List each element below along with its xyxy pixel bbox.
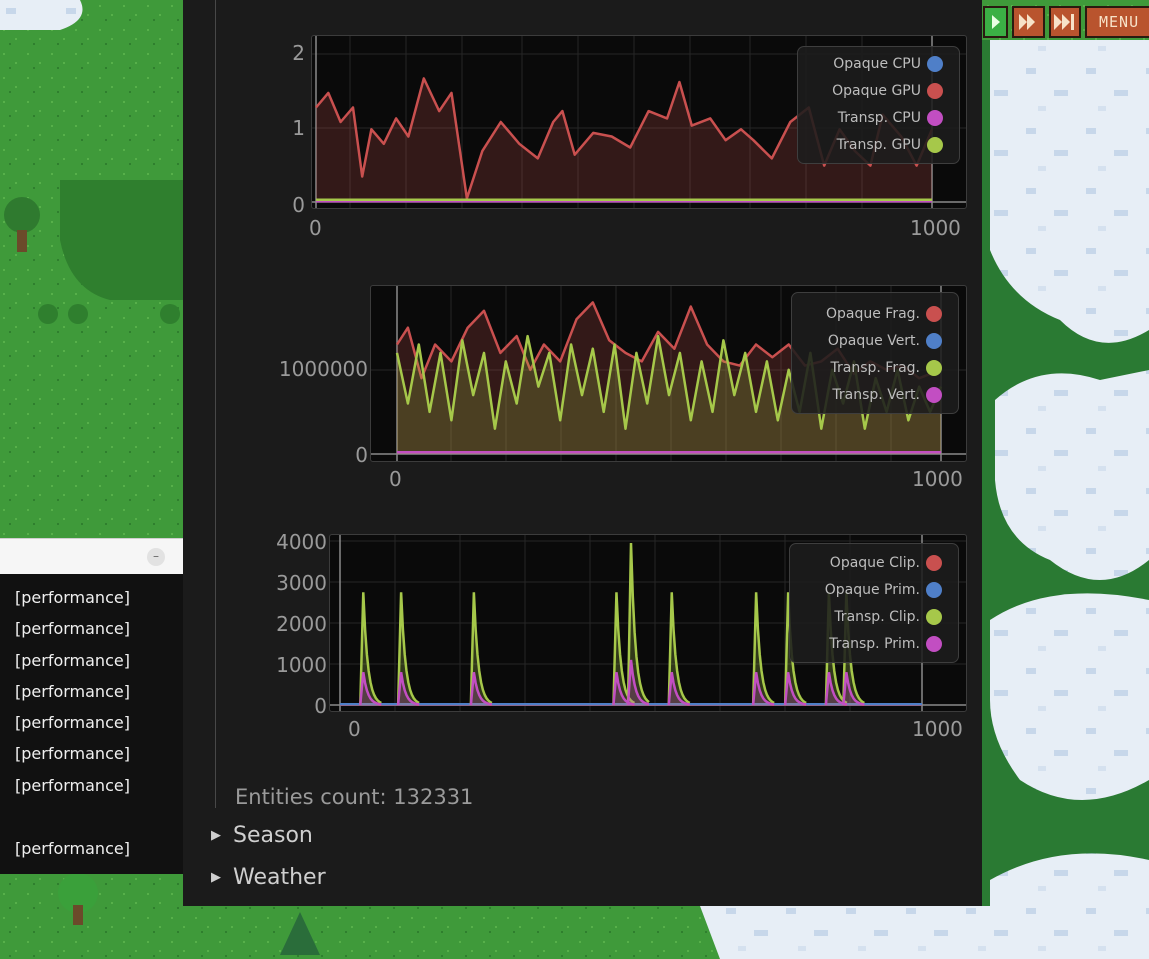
fast-forward-fast-icon bbox=[1054, 14, 1074, 30]
log-line: [performance] bbox=[15, 651, 130, 670]
legend-dot bbox=[926, 332, 942, 349]
y-tick: 1000000 bbox=[278, 357, 368, 381]
legend-dot bbox=[926, 359, 942, 376]
minimize-button[interactable]: – bbox=[147, 548, 165, 566]
log-line: [performance] bbox=[15, 588, 130, 607]
log-line: [performance] bbox=[15, 713, 130, 732]
play-button[interactable] bbox=[983, 6, 1008, 38]
x-tick: 0 bbox=[348, 717, 361, 741]
section-season[interactable]: ▶ Season bbox=[211, 823, 313, 848]
log-line: [performance] bbox=[15, 682, 130, 701]
legend-item-transp-gpu[interactable]: Transp. GPU bbox=[837, 131, 943, 158]
y-tick: 0 bbox=[314, 694, 327, 718]
y-tick: 2000 bbox=[276, 612, 327, 636]
plot-legend[interactable]: Opaque CPU Opaque GPU Transp. CPU Transp… bbox=[797, 46, 960, 164]
legend-label: Transp. Vert. bbox=[832, 386, 920, 403]
y-tick: 1 bbox=[292, 116, 305, 140]
legend-dot bbox=[926, 608, 942, 625]
x-tick: 0 bbox=[389, 467, 402, 491]
legend-dot bbox=[926, 635, 942, 652]
play-icon bbox=[992, 15, 1000, 29]
legend-item-opaque-frag[interactable]: Opaque Frag. bbox=[826, 300, 942, 327]
legend-label: Opaque Vert. bbox=[827, 332, 920, 349]
legend-item-transp-prim[interactable]: Transp. Prim. bbox=[829, 630, 942, 657]
y-tick: 4000 bbox=[276, 530, 327, 554]
legend-dot bbox=[926, 554, 942, 571]
section-weather[interactable]: ▶ Weather bbox=[211, 865, 326, 890]
x-tick: 1000 bbox=[912, 717, 963, 741]
legend-label: Transp. GPU bbox=[836, 136, 921, 153]
legend-item-opaque-vert[interactable]: Opaque Vert. bbox=[828, 327, 942, 354]
y-tick: 0 bbox=[355, 443, 368, 467]
legend-label: Transp. CPU bbox=[837, 109, 921, 126]
menu-button[interactable]: MENU bbox=[1085, 6, 1149, 38]
legend-item-opaque-prim[interactable]: Opaque Prim. bbox=[825, 576, 942, 603]
legend-label: Transp. Prim. bbox=[829, 635, 920, 652]
legend-dot bbox=[926, 581, 942, 598]
log-line: [performance] bbox=[15, 744, 130, 763]
fast-forward-fast-button[interactable] bbox=[1049, 6, 1081, 38]
legend-item-opaque-gpu[interactable]: Opaque GPU bbox=[832, 77, 943, 104]
legend-item-transp-clip[interactable]: Transp. Clip. bbox=[834, 603, 942, 630]
plot-legend[interactable]: Opaque Clip. Opaque Prim. Transp. Clip. … bbox=[789, 543, 959, 663]
caret-right-icon: ▶ bbox=[211, 870, 221, 885]
y-tick: 3000 bbox=[276, 571, 327, 595]
legend-dot bbox=[927, 82, 943, 99]
legend-item-transp-vert[interactable]: Transp. Vert. bbox=[832, 381, 942, 408]
debug-panel: 2 1 0 0 1000 Opaque CPU Opaque GPU Trans… bbox=[183, 0, 982, 906]
section-label: Weather bbox=[233, 865, 326, 890]
legend-dot bbox=[926, 386, 942, 403]
entities-count: Entities count: 132331 bbox=[235, 785, 474, 809]
y-tick: 0 bbox=[292, 193, 305, 217]
legend-dot bbox=[927, 109, 943, 126]
legend-item-transp-frag[interactable]: Transp. Frag. bbox=[830, 354, 942, 381]
fast-forward-icon bbox=[1019, 14, 1035, 30]
legend-label: Opaque Prim. bbox=[824, 581, 920, 598]
x-tick: 1000 bbox=[910, 216, 961, 240]
legend-item-opaque-cpu[interactable]: Opaque CPU bbox=[833, 50, 943, 77]
log-window-titlebar: – bbox=[0, 538, 183, 575]
fast-forward-button[interactable] bbox=[1012, 6, 1045, 38]
legend-dot bbox=[927, 136, 943, 153]
log-line: [performance] bbox=[15, 619, 130, 638]
legend-item-transp-cpu[interactable]: Transp. CPU bbox=[838, 104, 943, 131]
x-tick: 1000 bbox=[912, 467, 963, 491]
legend-dot bbox=[926, 305, 942, 322]
x-tick: 0 bbox=[309, 216, 322, 240]
legend-dot bbox=[927, 55, 943, 72]
log-line: [performance] bbox=[15, 839, 130, 858]
plot-legend[interactable]: Opaque Frag. Opaque Vert. Transp. Frag. … bbox=[791, 292, 959, 414]
legend-label: Opaque Frag. bbox=[825, 305, 920, 322]
log-line: [performance] bbox=[15, 776, 130, 795]
section-label: Season bbox=[233, 823, 313, 848]
legend-item-opaque-clip[interactable]: Opaque Clip. bbox=[830, 549, 942, 576]
y-tick: 1000 bbox=[276, 653, 327, 677]
log-console: [performance] [performance] [performance… bbox=[0, 574, 183, 874]
y-tick: 2 bbox=[292, 41, 305, 65]
legend-label: Opaque GPU bbox=[832, 82, 921, 99]
legend-label: Opaque Clip. bbox=[829, 554, 920, 571]
caret-right-icon: ▶ bbox=[211, 828, 221, 843]
legend-label: Opaque CPU bbox=[833, 55, 921, 72]
legend-label: Transp. Frag. bbox=[830, 359, 921, 376]
legend-label: Transp. Clip. bbox=[834, 608, 920, 625]
